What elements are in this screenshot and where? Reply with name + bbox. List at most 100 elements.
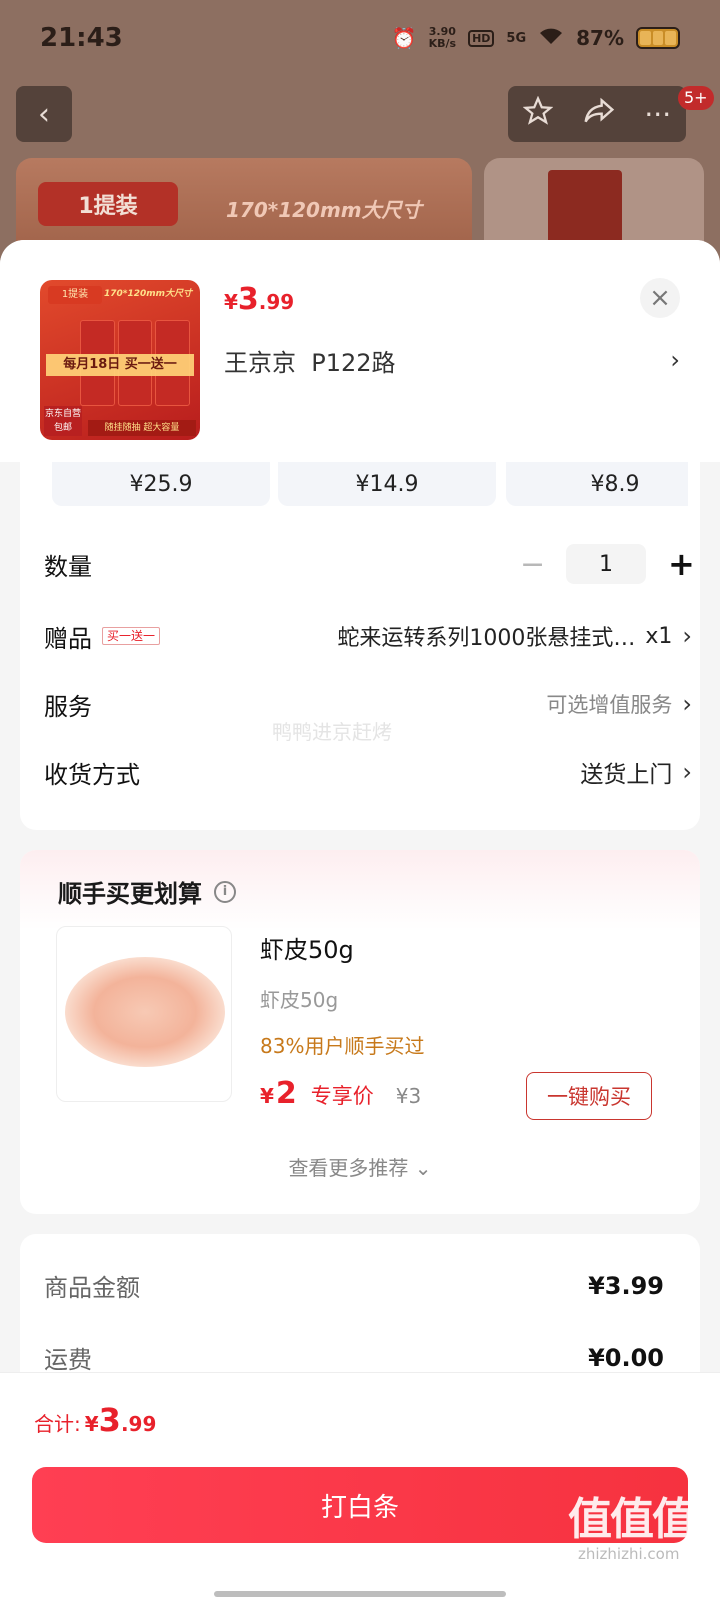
quantity-label: 数量 [44, 552, 92, 581]
gift-value: 蛇来运转系列1000张悬挂式… x1 › [337, 620, 692, 652]
total-price: 合计: ¥ 3 .99 [34, 1401, 156, 1439]
gift-tag: 买一送一 [102, 627, 161, 645]
rec-original-price: ¥3 [395, 1084, 422, 1108]
variant-price: ¥8.9 [590, 471, 640, 497]
status-bar: 21:43 ⏰ 3.90 KB/s HD 5G 87% [0, 0, 720, 76]
product-header: 1提装 170*120mm大尺寸 每月18日 买一送一 京东自营 包邮 随挂随抽… [0, 240, 720, 462]
alarm-icon: ⏰ [391, 26, 417, 50]
share-icon[interactable] [583, 97, 615, 132]
shrimp-image [65, 957, 225, 1067]
one-click-buy-button[interactable]: 一键购买 [526, 1072, 652, 1120]
checkout-footer: 合计: ¥ 3 .99 打白条 值值值 zhizhizhi.com [0, 1372, 720, 1600]
rec-price-label: 专享价 [310, 1084, 374, 1108]
gift-count: x1 [645, 623, 673, 649]
address-row[interactable]: 王京京 P122路 › [224, 342, 680, 378]
info-icon[interactable]: i [214, 880, 236, 903]
variant-option[interactable]: ¥25.9 [52, 462, 270, 506]
thumb-band: 1提装 [48, 286, 102, 304]
total-label: 合计: [34, 1412, 81, 1436]
quantity-stepper: − 1 + [520, 544, 695, 584]
thumb-title: 170*120mm大尺寸 [104, 289, 193, 299]
star-icon[interactable] [522, 95, 554, 133]
signal-icon: 5G [506, 30, 527, 46]
status-time: 21:43 [40, 23, 123, 53]
goods-amount-label: 商品金额 [44, 1274, 140, 1302]
battery-percent: 87% [576, 26, 624, 50]
shipping-row: 运费 ¥0.00 [44, 1340, 664, 1375]
delivery-label: 收货方式 [44, 760, 140, 789]
variant-option[interactable]: ¥14.9 [278, 462, 496, 506]
gift-text: 蛇来运转系列1000张悬挂式… [337, 626, 636, 651]
plus-icon[interactable]: + [668, 545, 695, 583]
service-label: 服务 [44, 692, 92, 721]
net-speed-unit: KB/s [428, 37, 457, 50]
recommendation-title-text: 顺手买更划算 [58, 880, 202, 908]
gift-row[interactable]: 赠品 买一送一 蛇来运转系列1000张悬挂式… x1 › [44, 608, 692, 664]
thumb-feature: 随挂随抽 超大容量 [88, 420, 196, 436]
recommendation-image[interactable] [56, 926, 232, 1102]
price-integer: 3 [237, 282, 259, 317]
chevron-down-icon: ⌄ [414, 1156, 432, 1180]
top-action-group: ··· [508, 86, 686, 142]
more-icon[interactable]: ··· [644, 98, 671, 131]
service-value: 可选增值服务 › [546, 689, 692, 719]
close-button[interactable]: × [640, 278, 680, 318]
rec-price-currency: ¥ [260, 1084, 274, 1108]
more-recommendations-link[interactable]: 查看更多推荐 ⌄ [20, 1152, 700, 1181]
shipping-value: ¥0.00 [588, 1343, 664, 1372]
recommendation-stat: 83%用户顺手买过 [260, 1034, 425, 1058]
close-icon: × [649, 283, 671, 313]
recommendation-subtitle: 虾皮50g [260, 988, 339, 1012]
recommendation-card: 顺手买更划算 i 虾皮50g 虾皮50g 83%用户顺手买过 ¥ 2 专享价 ¥… [20, 850, 700, 1214]
thumb-promo: 每月18日 买一送一 [46, 354, 194, 376]
options-card: ¥25.9 ¥14.9 ¥8.9 数量 − 1 + 赠品 买一送一 蛇来运转系列… [20, 462, 700, 830]
variant-option[interactable]: ¥8.9 [506, 462, 688, 506]
gift-label: 赠品 [44, 624, 92, 653]
more-recommendations-label: 查看更多推荐 [288, 1156, 409, 1180]
total-currency: ¥ [84, 1412, 99, 1436]
delivery-row[interactable]: 收货方式 送货上门 › [44, 744, 692, 800]
price-decimal: .99 [258, 290, 295, 314]
cart-badge: 5+ [678, 86, 714, 110]
back-arrow-icon: ‹ [38, 96, 50, 132]
total-decimal: .99 [120, 1412, 157, 1436]
back-button[interactable]: ‹ [16, 86, 72, 142]
variant-price: ¥14.9 [355, 471, 419, 497]
quantity-row: 数量 − 1 + [44, 536, 695, 592]
rec-price-integer: 2 [275, 1076, 297, 1111]
pay-button-label: 打白条 [320, 1492, 399, 1523]
banner-slogan: 170*120mm大尺寸 [226, 198, 422, 222]
product-price: ¥ 3 .99 [224, 282, 294, 317]
status-icons: ⏰ 3.90 KB/s HD 5G 87% [392, 26, 680, 51]
site-watermark-url: zhizhizhi.com [578, 1545, 680, 1563]
site-watermark-logo: 值值值 [568, 1494, 696, 1545]
variant-strip: ¥25.9 ¥14.9 ¥8.9 [52, 462, 688, 506]
goods-amount-value: ¥3.99 [588, 1271, 664, 1300]
banner-tag: 1提装 [38, 182, 178, 226]
watermark: 鸭鸭进京赶烤 [272, 720, 392, 744]
recommendation-title: 顺手买更划算 i [58, 874, 236, 909]
service-value-text: 可选增值服务 [546, 693, 673, 717]
net-speed: 3.90 KB/s [429, 26, 456, 50]
shipping-label: 运费 [44, 1346, 92, 1374]
quantity-input[interactable]: 1 [566, 544, 646, 584]
chevron-right-icon: › [682, 690, 692, 718]
chevron-right-icon: › [682, 758, 692, 786]
address-text: 王京京 P122路 [224, 348, 396, 377]
product-thumbnail[interactable]: 1提装 170*120mm大尺寸 每月18日 买一送一 京东自营 包邮 随挂随抽… [40, 280, 200, 440]
battery-icon [636, 27, 680, 49]
recommendation-name[interactable]: 虾皮50g [260, 930, 354, 965]
hd-icon: HD [468, 29, 495, 47]
goods-amount-row: 商品金额 ¥3.99 [44, 1268, 664, 1303]
thumb-self-operated: 京东自营 包邮 [44, 406, 82, 436]
delivery-value-text: 送货上门 [580, 762, 673, 788]
chevron-right-icon: › [670, 346, 680, 374]
price-currency: ¥ [224, 290, 238, 314]
chevron-right-icon: › [682, 622, 692, 650]
recommendation-price: ¥ 2 专享价 ¥3 [260, 1076, 421, 1111]
home-indicator[interactable] [214, 1591, 506, 1597]
wifi-icon [538, 26, 564, 51]
variant-price: ¥25.9 [129, 471, 193, 497]
total-integer: 3 [98, 1401, 121, 1439]
minus-icon[interactable]: − [520, 547, 545, 582]
